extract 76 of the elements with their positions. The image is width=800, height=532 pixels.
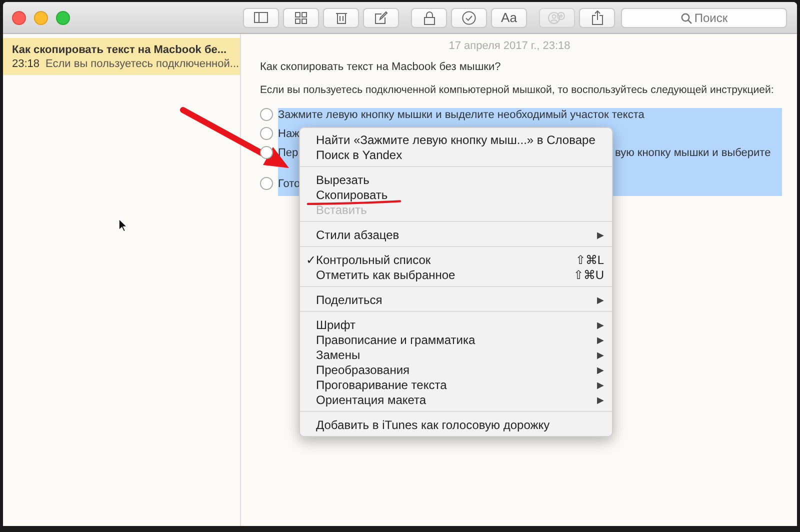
submenu-arrow-icon: ▶ — [597, 320, 604, 330]
zoom-button[interactable] — [56, 10, 70, 24]
submenu-arrow-icon: ▶ — [597, 350, 604, 360]
submenu-arrow-icon: ▶ — [597, 230, 604, 240]
menu-item-label: Проговаривание текста — [316, 378, 447, 392]
submenu-arrow-icon: ▶ — [597, 334, 604, 344]
grid-icon — [295, 12, 307, 24]
note-heading[interactable]: Как скопировать текст на Macbook без мышки? — [260, 61, 789, 73]
toolbar-button[interactable] — [323, 8, 359, 28]
checkmark-icon: ✓ — [306, 252, 316, 266]
checklist-item-text[interactable]: вую кнопку мышки и выберите — [615, 147, 775, 177]
menu-item[interactable]: Замены ▶ — [300, 347, 612, 362]
menu-item-label: Вставить — [316, 202, 367, 216]
menu-item[interactable]: Отметить как выбранное ⇧⌘U — [300, 267, 612, 282]
menu-item-label: Правописание и грамматика — [316, 332, 476, 346]
toolbar-button[interactable] — [451, 8, 487, 28]
menu-item[interactable]: Поиск в Yandex — [300, 147, 612, 162]
menu-item[interactable]: Стили абзацев ▶ — [300, 227, 612, 242]
menu-item[interactable]: Правописание и грамматика ▶ — [300, 332, 612, 347]
note-preview: Если вы пользуетесь подключенной... — [46, 58, 240, 70]
menu-item-label: Вырезать — [316, 172, 370, 186]
pointer-icon — [118, 218, 128, 232]
search-icon — [681, 12, 692, 24]
menu-item[interactable]: Добавить в iTunes как голосовую дорожку — [300, 417, 612, 432]
checklist-item-text[interactable]: Зажмите левую кнопку мышки и выделите необходимый участок текста — [278, 109, 775, 127]
format-button[interactable]: Aa — [491, 8, 527, 28]
menu-item[interactable]: Преобразования ▶ — [300, 362, 612, 377]
menu-item[interactable]: Проговаривание текста ▶ — [300, 377, 612, 392]
note-paragraph[interactable]: Если вы пользуетесь подключенной компьютерной мышкой, то воспользуйтесь следующей инструкцией: — [260, 84, 789, 96]
menu-item-label: Контрольный список — [316, 252, 431, 266]
menu-shortcut: ⇧⌘L — [575, 252, 604, 266]
toolbar-button[interactable] — [579, 8, 615, 28]
submenu-arrow-icon: ▶ — [597, 380, 604, 390]
menu-item[interactable]: Шрифт ▶ — [300, 317, 612, 332]
menu-item-label: Найти «Зажмите левую кнопку мыш...» в Словаре — [316, 132, 596, 146]
submenu-arrow-icon: ▶ — [597, 294, 604, 304]
compose-icon — [374, 11, 388, 24]
menu-item[interactable]: Скопировать — [300, 187, 612, 202]
menu-item-label: Отметить как выбранное — [316, 268, 456, 282]
toolbar-button[interactable] — [411, 8, 447, 28]
sidebar-icon — [254, 12, 268, 23]
menu-item-label: Шрифт — [316, 318, 356, 332]
menu-item[interactable]: Вырезать — [300, 172, 612, 187]
menu-item[interactable]: Найти «Зажмите левую кнопку мыш...» в Словаре — [300, 132, 612, 147]
lock-icon — [424, 10, 434, 24]
menu-item-label: Добавить в iTunes как голосовую дорожку — [316, 418, 550, 432]
share-icon — [592, 10, 602, 25]
menu-item-label: Поделиться — [316, 292, 382, 306]
menu-item-label: Ориентация макета — [316, 392, 426, 406]
search-field[interactable]: Поиск — [621, 8, 787, 28]
menu-item[interactable]: ✓Контрольный список ⇧⌘L — [300, 252, 612, 267]
toolbar-button[interactable] — [283, 8, 319, 28]
toolbar-button[interactable] — [363, 8, 399, 28]
menu-item-label: Скопировать — [316, 188, 388, 202]
menu-item[interactable]: Поделиться ▶ — [300, 292, 612, 307]
checklist-circle[interactable] — [260, 108, 273, 121]
menu-item-label: Стили абзацев — [316, 228, 400, 242]
menu-shortcut: ⇧⌘U — [573, 268, 604, 282]
note-time: 23:18 — [12, 58, 40, 70]
note-title: Как скопировать текст на Macbook бе... — [12, 44, 228, 56]
checklist-circle[interactable] — [260, 146, 273, 159]
checklist-circle[interactable] — [260, 127, 273, 140]
checklist-circle[interactable] — [260, 177, 273, 190]
checkmark-circle-icon — [462, 10, 476, 24]
menu-item-label: Замены — [316, 348, 360, 362]
toolbar-button[interactable] — [243, 8, 279, 28]
trash-icon — [336, 11, 346, 24]
menu-item-label: Преобразования — [316, 362, 410, 376]
note-list-item[interactable]: Как скопировать текст на Macbook бе... 23:18 Если вы пользуетесь подключенной... — [3, 38, 240, 75]
note-date: 17 апреля 2017 г., 23:18 — [448, 40, 570, 52]
submenu-arrow-icon: ▶ — [597, 364, 604, 374]
add-person-icon — [548, 10, 566, 24]
menu-item-label: Поиск в Yandex — [316, 148, 402, 162]
menu-item[interactable]: Ориентация макета ▶ — [300, 392, 612, 407]
submenu-arrow-icon: ▶ — [597, 394, 604, 404]
close-button[interactable] — [12, 10, 26, 24]
